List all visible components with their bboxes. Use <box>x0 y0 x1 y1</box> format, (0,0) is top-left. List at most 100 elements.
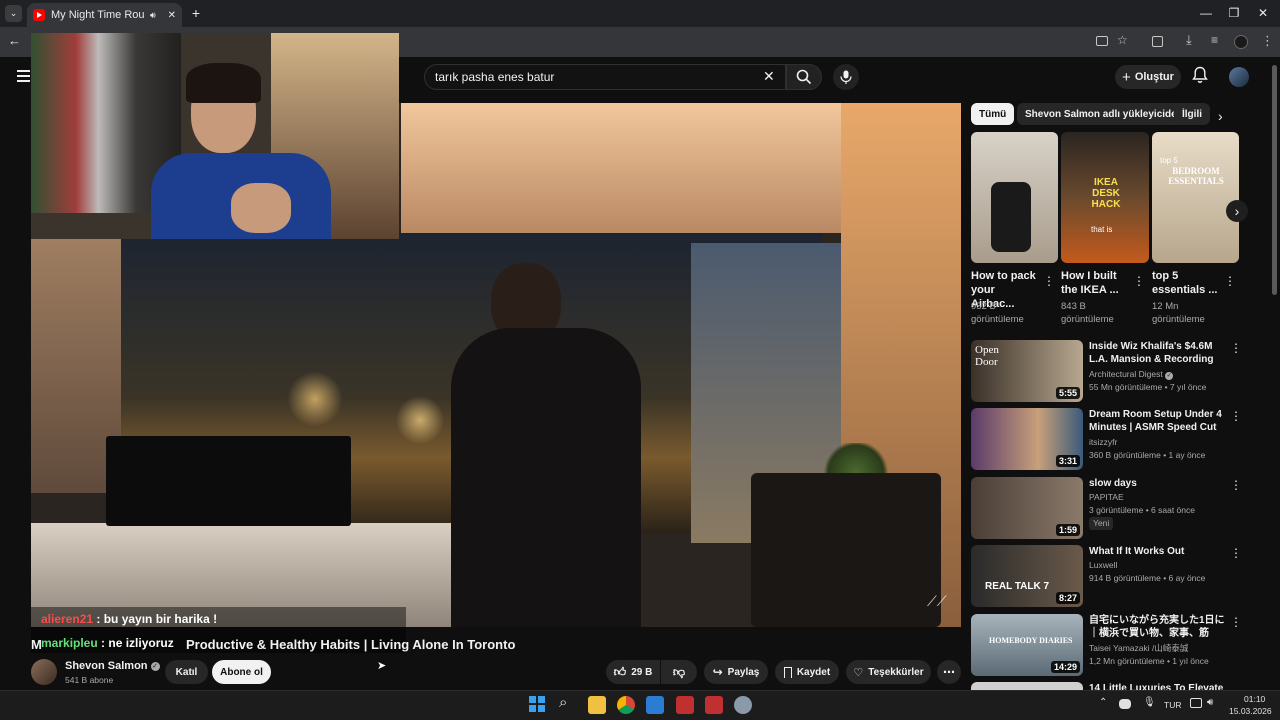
save-button[interactable]: Kaydet <box>775 660 839 684</box>
rec-title-3[interactable]: slow days <box>1089 477 1225 490</box>
shelf-title-3[interactable]: top 5 essentials ... <box>1152 269 1218 297</box>
cast-icon[interactable] <box>1096 36 1108 46</box>
rec-menu-3-icon[interactable]: ⋮ <box>1230 478 1242 492</box>
clear-search-icon[interactable]: ✕ <box>763 68 775 85</box>
browser-tab-strip: ⌄ My Night Time Routine: Pro 🔊︎ ✕ + — ❐ … <box>0 0 1280 27</box>
subscribe-button[interactable]: Abone ol <box>212 660 271 684</box>
rec-title-1[interactable]: Inside Wiz Khalifa's $4.6M L.A. Mansion … <box>1089 340 1225 366</box>
voice-search-button[interactable] <box>833 64 859 90</box>
rec-channel-3[interactable]: PAPITAE <box>1089 491 1124 503</box>
new-tab-button[interactable]: + <box>188 5 204 21</box>
rec-thumb-5-text: HOMEBODY DIARIES <box>989 636 1073 645</box>
shelf-menu-3-icon[interactable]: ⋮ <box>1224 274 1236 288</box>
tray-chevron-icon[interactable]: ⌃ <box>1099 697 1107 708</box>
more-actions-button[interactable]: ⋯ <box>937 660 961 684</box>
rec-menu-4-icon[interactable]: ⋮ <box>1230 546 1242 560</box>
taskbar-search-icon[interactable]: ⌕ <box>559 694 567 711</box>
reading-list-icon[interactable]: ≡ <box>1211 33 1218 47</box>
back-arrow-icon[interactable]: ← <box>8 34 22 48</box>
rec-channel-4[interactable]: Luxwell <box>1089 559 1117 571</box>
shelf-thumb-1[interactable] <box>971 132 1058 263</box>
rec-thumb-1-text: Open Door <box>975 344 999 368</box>
share-button[interactable]: ↪ Paylaş <box>704 660 768 684</box>
photos-app-icon[interactable] <box>646 696 664 714</box>
rec-thumb-6[interactable] <box>971 682 1083 690</box>
rec-menu-5-icon[interactable]: ⋮ <box>1230 615 1242 629</box>
rec-thumb-4[interactable]: REAL TALK 7 8:27 <box>971 545 1083 607</box>
taskbar-app-1-icon[interactable] <box>676 696 694 714</box>
discord-icon[interactable] <box>1119 699 1131 709</box>
cam-person-hair <box>186 63 261 103</box>
shelf-menu-1-icon[interactable]: ⋮ <box>1043 274 1055 288</box>
create-button[interactable]: + Oluştur <box>1115 65 1181 89</box>
chat-username-1: alieren21 <box>41 612 94 626</box>
profile-avatar-icon[interactable] <box>1234 35 1248 49</box>
windows-start-icon[interactable] <box>529 696 545 712</box>
rec-thumb-2[interactable]: 3:31 <box>971 408 1083 470</box>
rec-menu-1-icon[interactable]: ⋮ <box>1230 341 1242 355</box>
shelf-views2-1: görüntüleme <box>971 314 1024 325</box>
page-scrollbar[interactable] <box>1272 65 1277 295</box>
keyboard-language[interactable]: TUR <box>1164 700 1181 710</box>
chip-all[interactable]: Tümü <box>971 103 1015 125</box>
tab-search-button[interactable]: ⌄ <box>5 5 22 22</box>
bookmark-star-icon[interactable]: ☆ <box>1117 33 1128 47</box>
rec-duration-1: 5:55 <box>1055 387 1080 399</box>
rec-thumb-1[interactable]: Open Door 5:55 <box>971 340 1083 402</box>
shelf-views-1: 952 B <box>971 301 996 312</box>
taskbar-app-2-icon[interactable] <box>705 696 723 714</box>
tray-mic-icon[interactable]: 🎙︎ <box>1143 697 1156 708</box>
tab-close-icon[interactable]: ✕ <box>168 10 176 21</box>
menu-kebab-icon[interactable]: ⋮ <box>1261 33 1274 49</box>
clock-date[interactable]: 15.03.2026 <box>1229 706 1272 716</box>
rec-title-2[interactable]: Dream Room Setup Under 4 Minutes | ASMR … <box>1089 408 1225 434</box>
rec-channel-2[interactable]: itsizzyfr <box>1089 436 1117 448</box>
rec-meta-3: 3 görüntüleme • 6 saat önce <box>1089 505 1195 515</box>
search-button[interactable] <box>786 64 822 90</box>
download-icon[interactable]: ⤓ <box>1186 32 1192 48</box>
dislike-button[interactable]: 👎︎ <box>661 660 697 684</box>
shelf-menu-2-icon[interactable]: ⋮ <box>1133 274 1145 288</box>
channel-avatar[interactable] <box>31 659 57 685</box>
channel-name[interactable]: Shevon Salmon ✓ <box>65 660 160 672</box>
browser-tab-active[interactable]: My Night Time Routine: Pro 🔊︎ ✕ <box>27 3 182 27</box>
clock-time[interactable]: 01:10 <box>1244 694 1265 704</box>
video-chair <box>751 473 941 627</box>
thanks-button[interactable]: ♡ Teşekkürler <box>846 660 931 684</box>
notifications-bell-icon[interactable] <box>1192 66 1210 86</box>
rec-channel-1[interactable]: Architectural Digest ✓ <box>1089 368 1174 380</box>
search-input[interactable]: tarık pasha enes batur <box>424 64 786 90</box>
file-explorer-icon[interactable] <box>588 696 606 714</box>
rec-menu-2-icon[interactable]: ⋮ <box>1230 409 1242 423</box>
chip-related[interactable]: İlgili <box>1174 103 1210 125</box>
restore-button[interactable]: ❐ <box>1224 4 1244 22</box>
join-button[interactable]: Katıl <box>165 660 208 684</box>
window-close-button[interactable]: ✕ <box>1253 4 1273 22</box>
rec-channel-5[interactable]: Taisei Yamazaki /山崎泰誠 <box>1089 642 1188 654</box>
account-avatar[interactable] <box>1229 67 1249 87</box>
shelf-next-chevron-icon[interactable]: › <box>1226 200 1248 222</box>
network-icon[interactable] <box>1190 698 1202 708</box>
hamburger-menu-icon[interactable] <box>17 70 30 82</box>
rec-title-4[interactable]: What If It Works Out <box>1089 545 1225 558</box>
settings-gear-icon[interactable] <box>734 696 752 714</box>
shelf-views2-2: görüntüleme <box>1061 314 1114 325</box>
rec-thumb-5[interactable]: HOMEBODY DIARIES 14:29 <box>971 614 1083 676</box>
minimize-button[interactable]: — <box>1196 4 1216 22</box>
rec-thumb-3[interactable]: 1:59 <box>971 477 1083 539</box>
rec-title-6[interactable]: 14 Little Luxuries To Elevate <box>1089 682 1225 690</box>
thumbs-down-icon: 👎︎ <box>672 664 686 679</box>
shelf-thumb-3[interactable]: top 5 BEDROOM ESSENTIALS <box>1152 132 1239 263</box>
chrome-icon[interactable] <box>617 696 635 714</box>
like-button[interactable]: 👍︎ 29 B <box>606 660 660 684</box>
rec-title-5[interactable]: 自宅にいながら充実した1日に｜横浜で買い物、家事、筋ト... <box>1089 614 1225 640</box>
speaker-icon[interactable]: 🔊︎ <box>150 10 156 21</box>
shelf-title-2[interactable]: How I built the IKEA ... <box>1061 269 1127 297</box>
rec-thumb-4-text: REAL TALK 7 <box>985 581 1050 592</box>
volume-icon[interactable]: 🔊︎ <box>1207 697 1213 708</box>
shelf-thumb-2[interactable]: IKEA DESK HACK that is <box>1061 132 1149 263</box>
shelf-thumb-3-text: BEDROOM ESSENTIALS <box>1168 166 1224 186</box>
chip-from-uploader[interactable]: Shevon Salmon adlı yükleyiciden <box>1017 103 1191 125</box>
chips-next-chevron-icon[interactable]: › <box>1218 108 1223 124</box>
extensions-icon[interactable] <box>1152 36 1163 47</box>
